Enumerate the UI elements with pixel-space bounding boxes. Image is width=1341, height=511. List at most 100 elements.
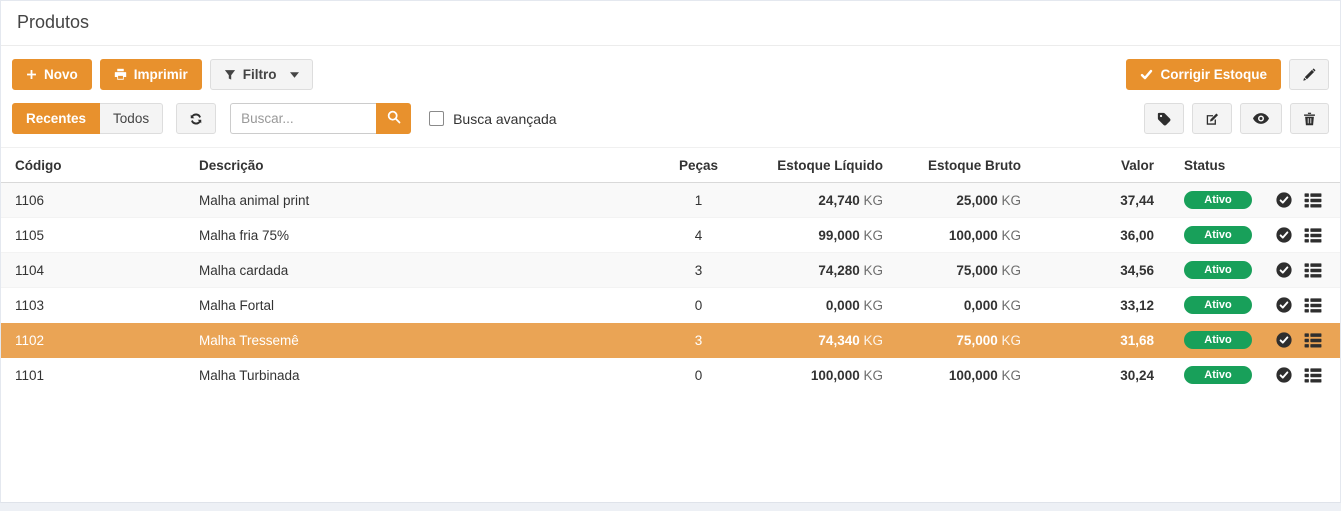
status-badge: Ativo bbox=[1184, 226, 1252, 244]
table-header-row: Código Descrição Peças Estoque Líquido E… bbox=[1, 148, 1340, 183]
table-row[interactable]: 1101 Malha Turbinada 0 100,000 KG 100,00… bbox=[1, 358, 1340, 393]
search-input[interactable] bbox=[230, 103, 376, 134]
cell-descricao: Malha cardada bbox=[191, 253, 671, 288]
edit-note-button[interactable] bbox=[1192, 103, 1232, 134]
list-details-icon[interactable] bbox=[1304, 298, 1322, 313]
column-header-estoque-liquido: Estoque Líquido bbox=[726, 148, 891, 183]
cell-estoque-bruto: 100,000 KG bbox=[891, 218, 1029, 253]
cell-actions bbox=[1271, 218, 1340, 253]
toolbar-row-secondary: Recentes Todos bbox=[12, 103, 1329, 134]
column-header-status: Status bbox=[1162, 148, 1271, 183]
cell-pecas: 1 bbox=[671, 183, 726, 218]
status-badge: Ativo bbox=[1184, 261, 1252, 279]
check-circle-icon[interactable] bbox=[1276, 227, 1292, 243]
cell-actions bbox=[1271, 253, 1340, 288]
cell-actions bbox=[1271, 288, 1340, 323]
table-row[interactable]: 1102 Malha Tressemê 3 74,340 KG 75,000 K… bbox=[1, 323, 1340, 358]
cell-valor: 37,44 bbox=[1029, 183, 1162, 218]
check-circle-icon[interactable] bbox=[1276, 332, 1292, 348]
new-button[interactable]: Novo bbox=[12, 59, 92, 90]
page-title: Produtos bbox=[17, 12, 89, 32]
column-header-valor: Valor bbox=[1029, 148, 1162, 183]
cell-pecas: 4 bbox=[671, 218, 726, 253]
cell-descricao: Malha Tressemê bbox=[191, 323, 671, 358]
plus-icon bbox=[26, 69, 37, 80]
column-header-descricao: Descrição bbox=[191, 148, 671, 183]
cell-actions bbox=[1271, 323, 1340, 358]
delete-button[interactable] bbox=[1290, 103, 1329, 134]
search-icon bbox=[387, 110, 401, 127]
toolbar: Novo Imprimir Filtro bbox=[1, 46, 1340, 147]
caret-down-icon bbox=[290, 72, 299, 78]
cell-estoque-liquido: 100,000 KG bbox=[726, 358, 891, 393]
table-row[interactable]: 1105 Malha fria 75% 4 99,000 KG 100,000 … bbox=[1, 218, 1340, 253]
cell-estoque-bruto: 75,000 KG bbox=[891, 323, 1029, 358]
filter-button[interactable]: Filtro bbox=[210, 59, 313, 90]
products-table: Código Descrição Peças Estoque Líquido E… bbox=[1, 147, 1340, 392]
table-row[interactable]: 1106 Malha animal print 1 24,740 KG 25,0… bbox=[1, 183, 1340, 218]
toolbar-left-secondary: Recentes Todos bbox=[12, 103, 557, 134]
list-details-icon[interactable] bbox=[1304, 333, 1322, 348]
table-row[interactable]: 1104 Malha cardada 3 74,280 KG 75,000 KG… bbox=[1, 253, 1340, 288]
check-circle-icon[interactable] bbox=[1276, 192, 1292, 208]
status-badge: Ativo bbox=[1184, 296, 1252, 314]
print-button-label: Imprimir bbox=[134, 67, 188, 82]
recent-all-toggle: Recentes Todos bbox=[12, 103, 163, 134]
toolbar-row-primary: Novo Imprimir Filtro bbox=[12, 59, 1329, 90]
list-details-icon[interactable] bbox=[1304, 193, 1322, 208]
refresh-icon bbox=[189, 112, 203, 126]
cell-descricao: Malha Fortal bbox=[191, 288, 671, 323]
cell-estoque-liquido: 24,740 KG bbox=[726, 183, 891, 218]
edit-button[interactable] bbox=[1289, 59, 1329, 90]
print-button[interactable]: Imprimir bbox=[100, 59, 202, 90]
trash-icon bbox=[1303, 112, 1316, 126]
advanced-search-checkbox[interactable] bbox=[429, 111, 444, 126]
cell-pecas: 0 bbox=[671, 288, 726, 323]
cell-codigo: 1106 bbox=[1, 183, 191, 218]
edit-square-icon bbox=[1205, 112, 1219, 126]
toolbar-left-primary: Novo Imprimir Filtro bbox=[12, 59, 313, 90]
eye-icon bbox=[1253, 113, 1269, 124]
check-circle-icon[interactable] bbox=[1276, 297, 1292, 313]
list-details-icon[interactable] bbox=[1304, 228, 1322, 243]
toolbar-right-primary: Corrigir Estoque bbox=[1126, 59, 1329, 90]
table-row[interactable]: 1103 Malha Fortal 0 0,000 KG 0,000 KG 33… bbox=[1, 288, 1340, 323]
view-button[interactable] bbox=[1240, 103, 1282, 134]
column-header-codigo: Código bbox=[1, 148, 191, 183]
pencil-icon bbox=[1302, 68, 1316, 82]
check-icon bbox=[1140, 68, 1153, 81]
search-group bbox=[230, 103, 411, 134]
cell-estoque-liquido: 74,280 KG bbox=[726, 253, 891, 288]
filter-icon bbox=[224, 69, 236, 81]
cell-codigo: 1103 bbox=[1, 288, 191, 323]
all-tab-button[interactable]: Todos bbox=[99, 103, 163, 134]
column-header-estoque-bruto: Estoque Bruto bbox=[891, 148, 1029, 183]
cell-valor: 36,00 bbox=[1029, 218, 1162, 253]
cell-descricao: Malha fria 75% bbox=[191, 218, 671, 253]
cell-pecas: 3 bbox=[671, 253, 726, 288]
cell-status: Ativo bbox=[1162, 253, 1271, 288]
product-table-body: 1106 Malha animal print 1 24,740 KG 25,0… bbox=[1, 183, 1340, 393]
column-header-actions bbox=[1271, 148, 1340, 183]
cell-estoque-liquido: 99,000 KG bbox=[726, 218, 891, 253]
cell-status: Ativo bbox=[1162, 183, 1271, 218]
cell-valor: 33,12 bbox=[1029, 288, 1162, 323]
cell-codigo: 1102 bbox=[1, 323, 191, 358]
status-badge: Ativo bbox=[1184, 331, 1252, 349]
cell-valor: 30,24 bbox=[1029, 358, 1162, 393]
cell-estoque-bruto: 25,000 KG bbox=[891, 183, 1029, 218]
advanced-search-toggle[interactable]: Busca avançada bbox=[429, 111, 557, 127]
check-circle-icon[interactable] bbox=[1276, 262, 1292, 278]
cell-status: Ativo bbox=[1162, 358, 1271, 393]
recent-tab-button[interactable]: Recentes bbox=[12, 103, 100, 134]
check-circle-icon[interactable] bbox=[1276, 367, 1292, 383]
cell-estoque-bruto: 75,000 KG bbox=[891, 253, 1029, 288]
list-details-icon[interactable] bbox=[1304, 263, 1322, 278]
search-button[interactable] bbox=[376, 103, 411, 134]
refresh-button[interactable] bbox=[176, 103, 216, 134]
cell-actions bbox=[1271, 183, 1340, 218]
list-details-icon[interactable] bbox=[1304, 368, 1322, 383]
correct-stock-button[interactable]: Corrigir Estoque bbox=[1126, 59, 1281, 90]
advanced-search-label[interactable]: Busca avançada bbox=[453, 111, 557, 127]
tag-button[interactable] bbox=[1144, 103, 1184, 134]
